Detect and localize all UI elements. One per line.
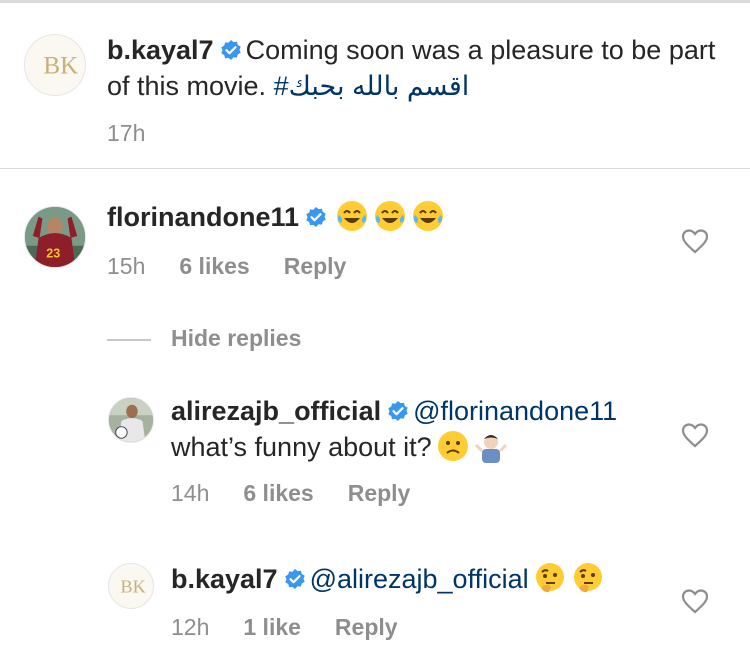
bk-monogram-icon: BK: [109, 564, 153, 608]
reply-reply-button[interactable]: Reply: [348, 480, 411, 506]
reply-meta: 12h 1 like Reply: [171, 614, 432, 641]
comment-like-heart-icon[interactable]: [681, 228, 709, 254]
reply-avatar[interactable]: BK: [108, 563, 154, 609]
reply-body: what’s funny about it?: [171, 432, 432, 462]
monogram-b-small: BK: [120, 577, 145, 597]
comment-time: 15h: [107, 253, 146, 279]
reply-likes[interactable]: 1 like: [243, 614, 301, 640]
caption-hashtag[interactable]: #اقسم بالله بحبك: [274, 71, 470, 101]
reply-like-heart-icon[interactable]: [681, 588, 709, 614]
reply-time: 12h: [171, 614, 210, 640]
player-photo-icon: [109, 398, 153, 442]
reply-text: b.kayal7 @alirezajb_official: [171, 561, 661, 597]
reply-like-heart-icon[interactable]: [681, 422, 709, 448]
post-username[interactable]: b.kayal7: [107, 35, 214, 65]
frowning-face-emoji-icon: [436, 429, 470, 463]
caption-divider: [0, 168, 750, 169]
caption-text: b.kayal7 Coming soon was a pleasure to be…: [107, 32, 717, 104]
person-shrugging-emoji-icon: [474, 429, 508, 463]
reply-reply-button[interactable]: Reply: [335, 614, 398, 640]
comment-meta: 15h 6 likes Reply: [107, 253, 380, 280]
comment-text: florinandone11: [107, 199, 667, 235]
reply-likes[interactable]: 6 likes: [243, 480, 313, 506]
hide-replies-line: [107, 339, 151, 341]
verified-badge-icon: [305, 206, 327, 228]
thinking-face-emoji-icon: [533, 561, 567, 595]
verified-badge-icon: [387, 400, 409, 422]
reply-time: 14h: [171, 480, 210, 506]
reply-mention[interactable]: @alirezajb_official: [310, 564, 529, 594]
verified-badge-icon: [284, 568, 306, 590]
comment-username[interactable]: florinandone11: [107, 202, 299, 232]
bk-monogram-icon: BK: [25, 35, 85, 95]
comment-avatar[interactable]: 23: [24, 206, 86, 268]
post-author-avatar[interactable]: BK: [24, 34, 86, 96]
reply-text: alirezajb_official @florinandone11 what’s…: [171, 393, 651, 465]
jersey-number: 23: [46, 246, 60, 260]
post-meta: 17h: [107, 120, 179, 147]
tears-of-joy-emoji-icon: [373, 199, 407, 233]
comment-likes[interactable]: 6 likes: [179, 253, 249, 279]
post-caption: BK b.kayal7 Coming soon was a pleasure to…: [0, 3, 750, 168]
monogram-b: BK: [43, 53, 78, 80]
reply-mention[interactable]: @florinandone11: [413, 396, 617, 426]
reply-meta: 14h 6 likes Reply: [171, 480, 444, 507]
hide-replies-button[interactable]: Hide replies: [171, 325, 301, 352]
verified-badge-icon: [220, 39, 242, 61]
tears-of-joy-emoji-icon: [335, 199, 369, 233]
tears-of-joy-emoji-icon: [411, 199, 445, 233]
post-time: 17h: [107, 120, 146, 146]
reply-username[interactable]: alirezajb_official: [171, 396, 381, 426]
reply-avatar[interactable]: [108, 397, 154, 443]
comment-reply-button[interactable]: Reply: [284, 253, 347, 279]
player-photo-icon: 23: [25, 207, 85, 267]
thinking-face-emoji-icon: [571, 561, 605, 595]
reply-username[interactable]: b.kayal7: [171, 564, 278, 594]
